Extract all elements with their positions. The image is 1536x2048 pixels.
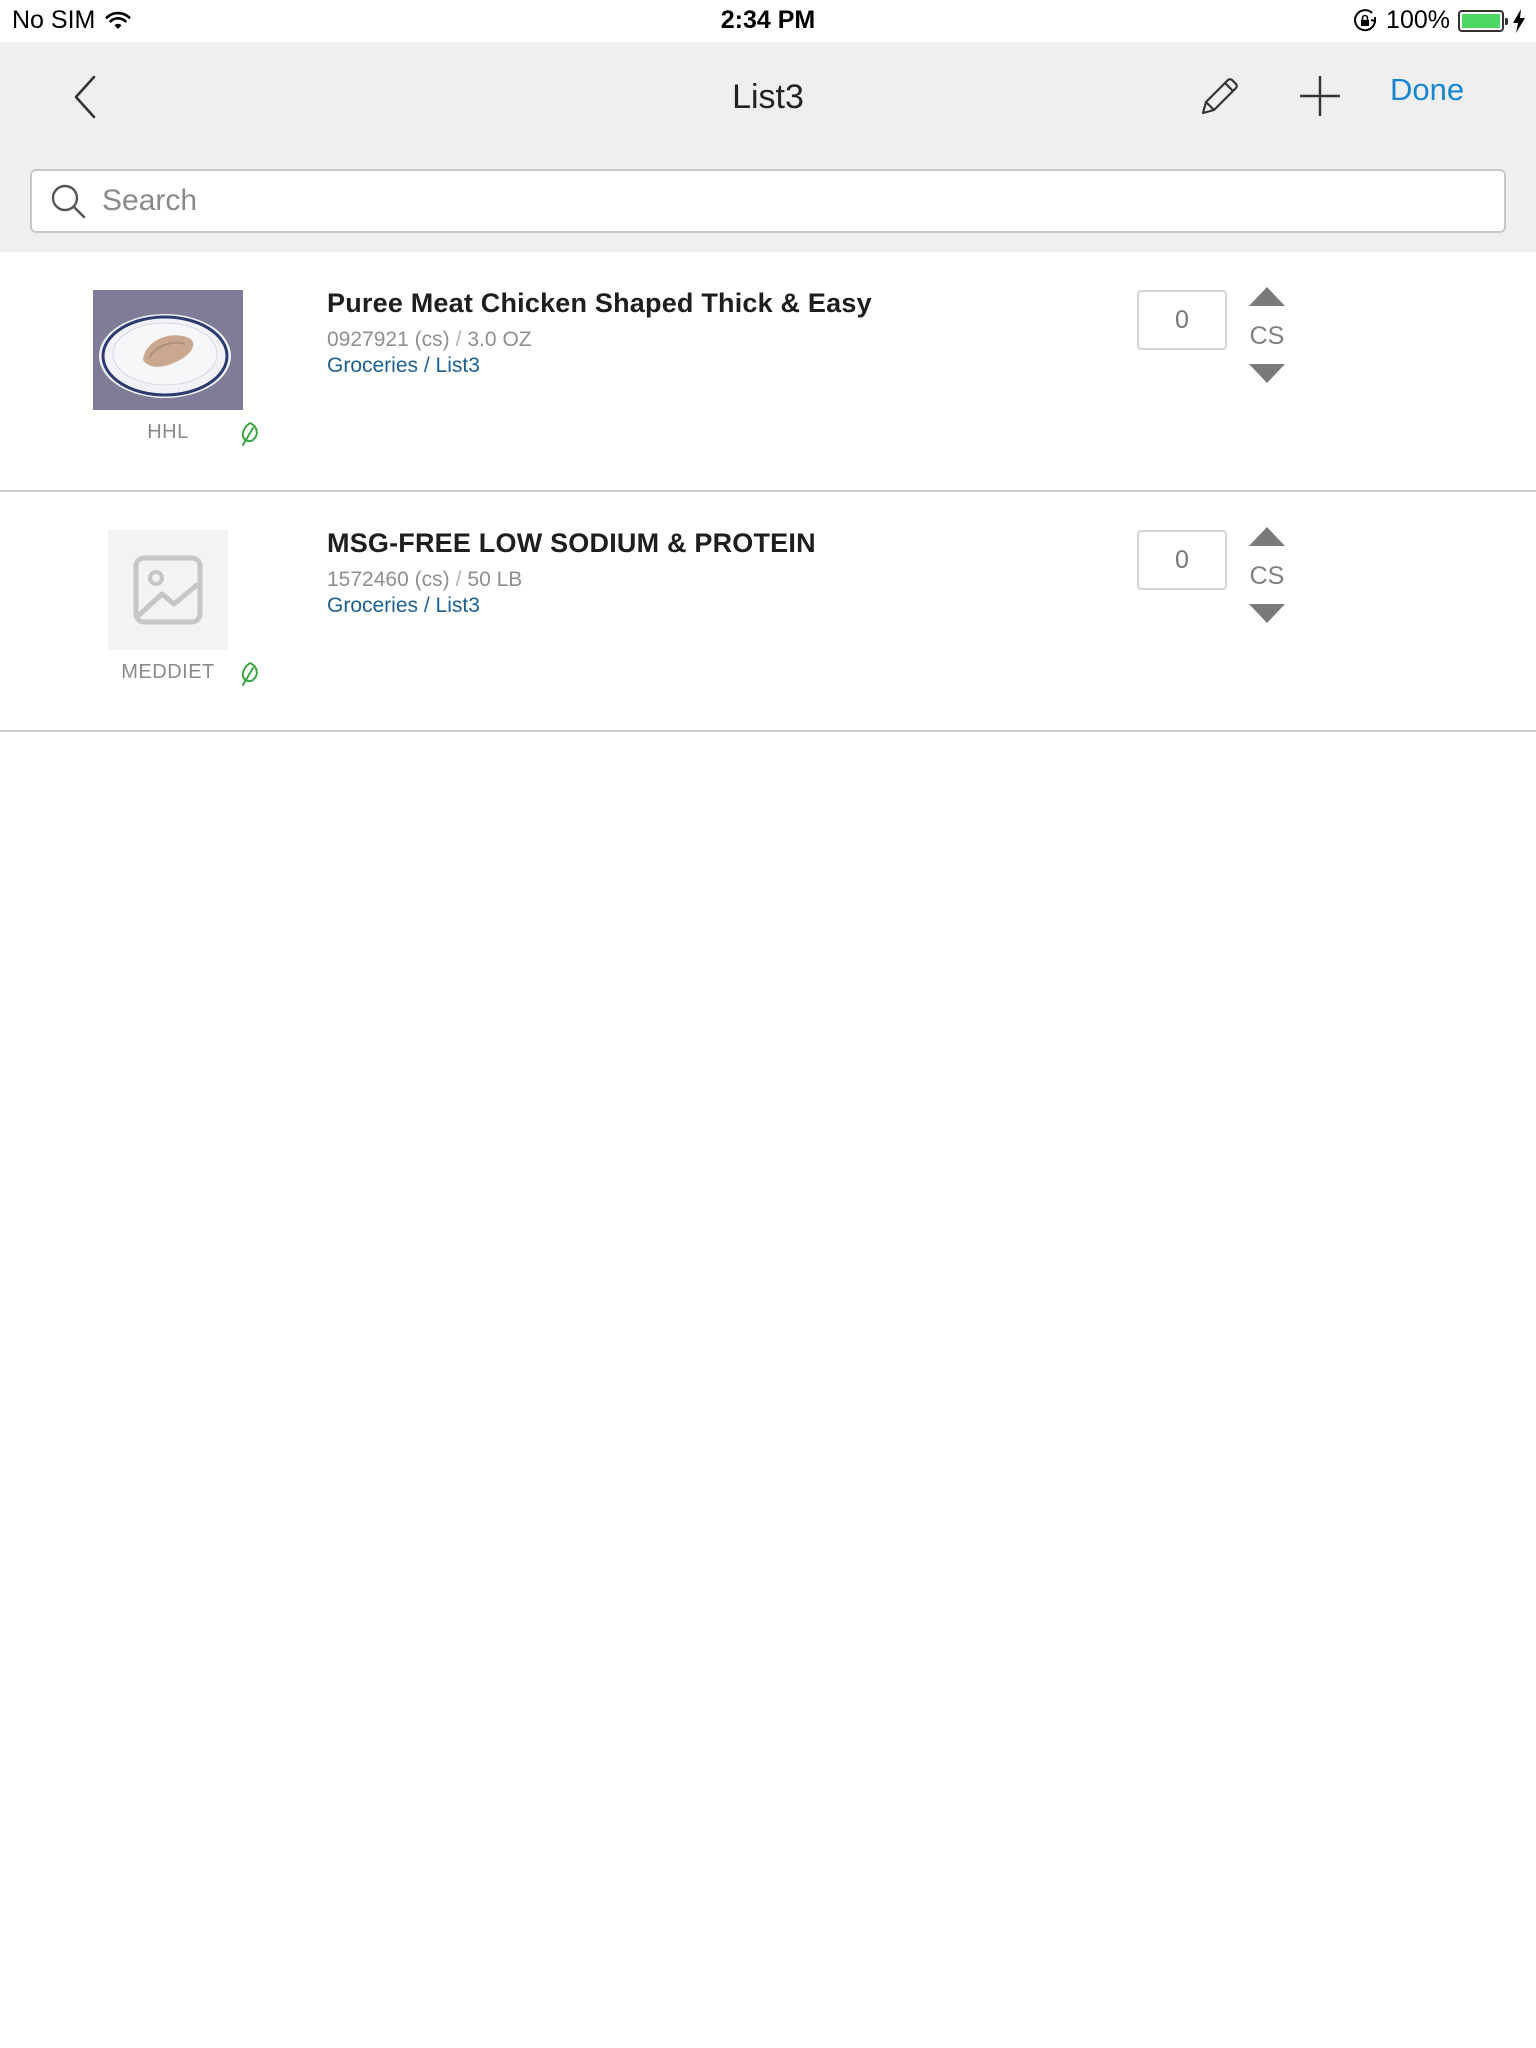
edit-button[interactable] xyxy=(1190,66,1250,126)
item-name[interactable]: MSG-FREE LOW SODIUM & PROTEIN xyxy=(327,528,816,559)
decrement-arrow-icon[interactable] xyxy=(1247,362,1287,386)
meta-separator: / xyxy=(455,568,462,591)
leaf-icon xyxy=(241,421,258,446)
done-button[interactable]: Done xyxy=(1390,72,1464,108)
plus-icon xyxy=(1300,76,1340,116)
status-bar: No SIM 2:34 PM 100% xyxy=(0,0,1536,42)
item-name[interactable]: Puree Meat Chicken Shaped Thick & Easy xyxy=(327,288,872,319)
orientation-lock-icon xyxy=(1354,8,1377,31)
product-image[interactable] xyxy=(108,530,228,650)
pack-size: 50 LB xyxy=(467,568,523,591)
charging-bolt-icon xyxy=(1513,8,1525,33)
battery-fill xyxy=(1462,13,1500,28)
category-path-link[interactable]: Groceries / List3 xyxy=(327,594,480,618)
item-number: 1572460 (cs) xyxy=(327,568,450,591)
item-meta: 1572460 (cs)/50 LB xyxy=(327,568,522,592)
product-list: HHL Puree Meat Chicken Shaped Thick & Ea… xyxy=(0,252,1536,732)
quantity-input[interactable] xyxy=(1137,530,1227,590)
item-meta: 0927921 (cs)/3.0 OZ xyxy=(327,328,532,352)
meta-separator: / xyxy=(455,328,462,351)
add-button[interactable] xyxy=(1290,66,1350,126)
item-number: 0927921 (cs) xyxy=(327,328,450,351)
unit-label: CS xyxy=(1249,322,1285,350)
back-button[interactable] xyxy=(60,64,110,130)
brand-label: HHL xyxy=(147,421,189,443)
search-bar xyxy=(30,169,1506,233)
product-image[interactable] xyxy=(93,290,243,410)
battery-percent: 100% xyxy=(1386,6,1450,34)
carrier-label: No SIM xyxy=(12,6,96,34)
nav-bar: List3 Done xyxy=(0,42,1536,252)
status-right: 100% xyxy=(1344,6,1526,35)
search-input[interactable] xyxy=(102,173,1482,229)
battery-icon xyxy=(1458,9,1508,32)
status-time: 2:34 PM xyxy=(720,6,816,34)
pack-size: 3.0 OZ xyxy=(467,328,532,351)
increment-arrow-icon[interactable] xyxy=(1247,284,1287,308)
leaf-icon xyxy=(241,661,258,686)
back-chevron-icon xyxy=(74,75,96,119)
unit-label: CS xyxy=(1249,562,1285,590)
decrement-arrow-icon[interactable] xyxy=(1247,602,1287,626)
status-left: No SIM xyxy=(12,6,131,35)
chicken-on-plate-photo xyxy=(93,290,243,410)
brand-label: MEDDIET xyxy=(121,661,215,683)
pencil-icon xyxy=(1201,78,1238,115)
quantity-input[interactable] xyxy=(1137,290,1227,350)
increment-arrow-icon[interactable] xyxy=(1247,524,1287,548)
list-item[interactable]: HHL Puree Meat Chicken Shaped Thick & Ea… xyxy=(0,252,1536,492)
wifi-icon xyxy=(105,11,131,29)
list-item[interactable]: MEDDIET MSG-FREE LOW SODIUM & PROTEIN 15… xyxy=(0,492,1536,732)
image-placeholder-icon xyxy=(133,555,203,625)
category-path-link[interactable]: Groceries / List3 xyxy=(327,354,480,378)
search-icon xyxy=(48,181,88,221)
